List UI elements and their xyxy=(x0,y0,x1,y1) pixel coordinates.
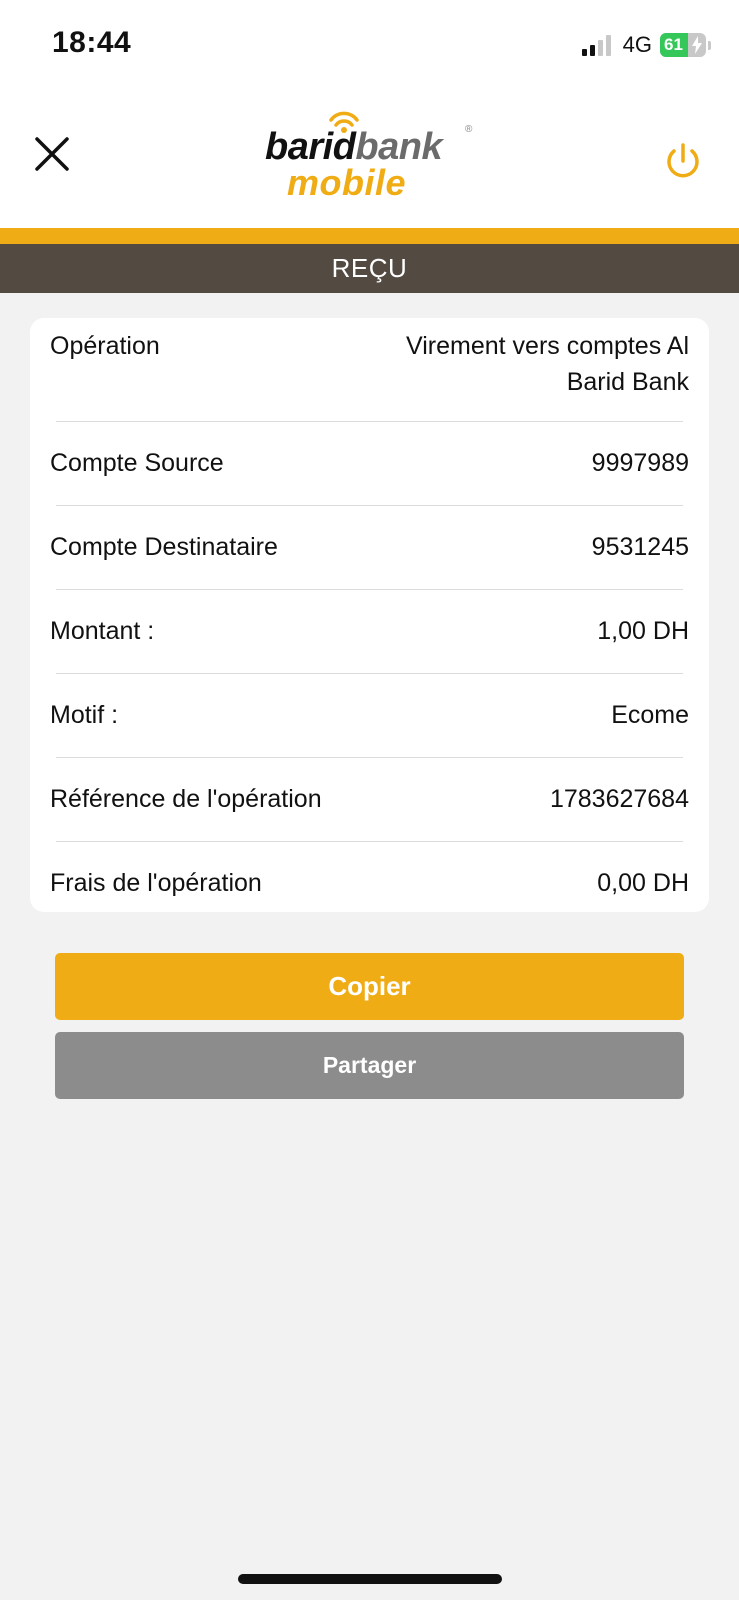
baridbank-logo: baridbank ® mobile xyxy=(265,111,480,204)
receipt-value: 9997989 xyxy=(591,449,689,477)
receipt-label: Motif : xyxy=(50,701,119,729)
receipt-label: Frais de l'opération xyxy=(50,869,262,897)
accent-bar xyxy=(0,228,739,244)
receipt-label: Opération xyxy=(50,332,160,360)
receipt-label: Compte Source xyxy=(50,449,224,477)
receipt-row-source-account: Compte Source 9997989 xyxy=(50,445,689,481)
status-indicators: 4G 61 xyxy=(581,32,711,58)
receipt-value: 1,00 DH xyxy=(597,617,689,645)
battery-percent: 61 xyxy=(664,35,683,54)
page-title: REÇU xyxy=(331,253,408,283)
receipt-row-destination-account: Compte Destinataire 9531245 xyxy=(50,529,689,565)
status-time: 18:44 xyxy=(52,26,132,59)
app-header: baridbank ® mobile xyxy=(0,90,739,228)
row-divider xyxy=(56,841,683,842)
battery-nub xyxy=(708,40,711,50)
receipt-label: Montant : xyxy=(50,617,155,645)
signal-icon xyxy=(581,34,611,56)
receipt-row-operation: Opération Virement vers comptes Al Barid… xyxy=(50,328,689,400)
close-button[interactable] xyxy=(28,130,76,178)
page-title-bar: REÇU xyxy=(0,244,739,293)
copy-button[interactable]: Copier xyxy=(55,953,684,1020)
power-icon xyxy=(667,143,699,178)
receipt-row-fees: Frais de l'opération 0,00 DH xyxy=(50,865,689,901)
share-button[interactable]: Partager xyxy=(55,1032,684,1099)
network-type: 4G xyxy=(622,32,652,57)
close-icon xyxy=(35,137,69,171)
receipt-label: Référence de l'opération xyxy=(50,785,322,813)
receipt-label: Compte Destinataire xyxy=(50,533,278,561)
row-divider xyxy=(56,673,683,674)
logout-button[interactable] xyxy=(663,142,703,182)
receipt-value: Virement vers comptes Al Barid Bank xyxy=(406,328,689,400)
row-divider xyxy=(56,589,683,590)
row-divider xyxy=(56,505,683,506)
logo-word-mobile: mobile xyxy=(287,162,407,203)
status-bar: 18:44 4G 61 xyxy=(0,0,739,90)
receipt-value: 1783627684 xyxy=(549,785,689,813)
row-divider xyxy=(56,757,683,758)
receipt-card: Opération Virement vers comptes Al Barid… xyxy=(30,318,709,912)
receipt-row-amount: Montant : 1,00 DH xyxy=(50,613,689,649)
receipt-value-line-1: Virement vers comptes Al xyxy=(406,332,689,360)
receipt-row-motive: Motif : Ecome xyxy=(50,697,689,733)
charging-bolt-icon xyxy=(692,36,702,54)
battery-icon: 61 xyxy=(660,33,706,57)
receipt-value-line-2: Barid Bank xyxy=(566,368,689,396)
receipt-row-reference: Référence de l'opération 1783627684 xyxy=(50,781,689,817)
home-indicator[interactable] xyxy=(238,1574,502,1584)
receipt-value: Ecome xyxy=(611,701,689,729)
row-divider xyxy=(56,421,683,422)
receipt-value: 0,00 DH xyxy=(597,869,689,897)
registered-mark: ® xyxy=(465,124,473,135)
receipt-value: 9531245 xyxy=(591,533,689,561)
